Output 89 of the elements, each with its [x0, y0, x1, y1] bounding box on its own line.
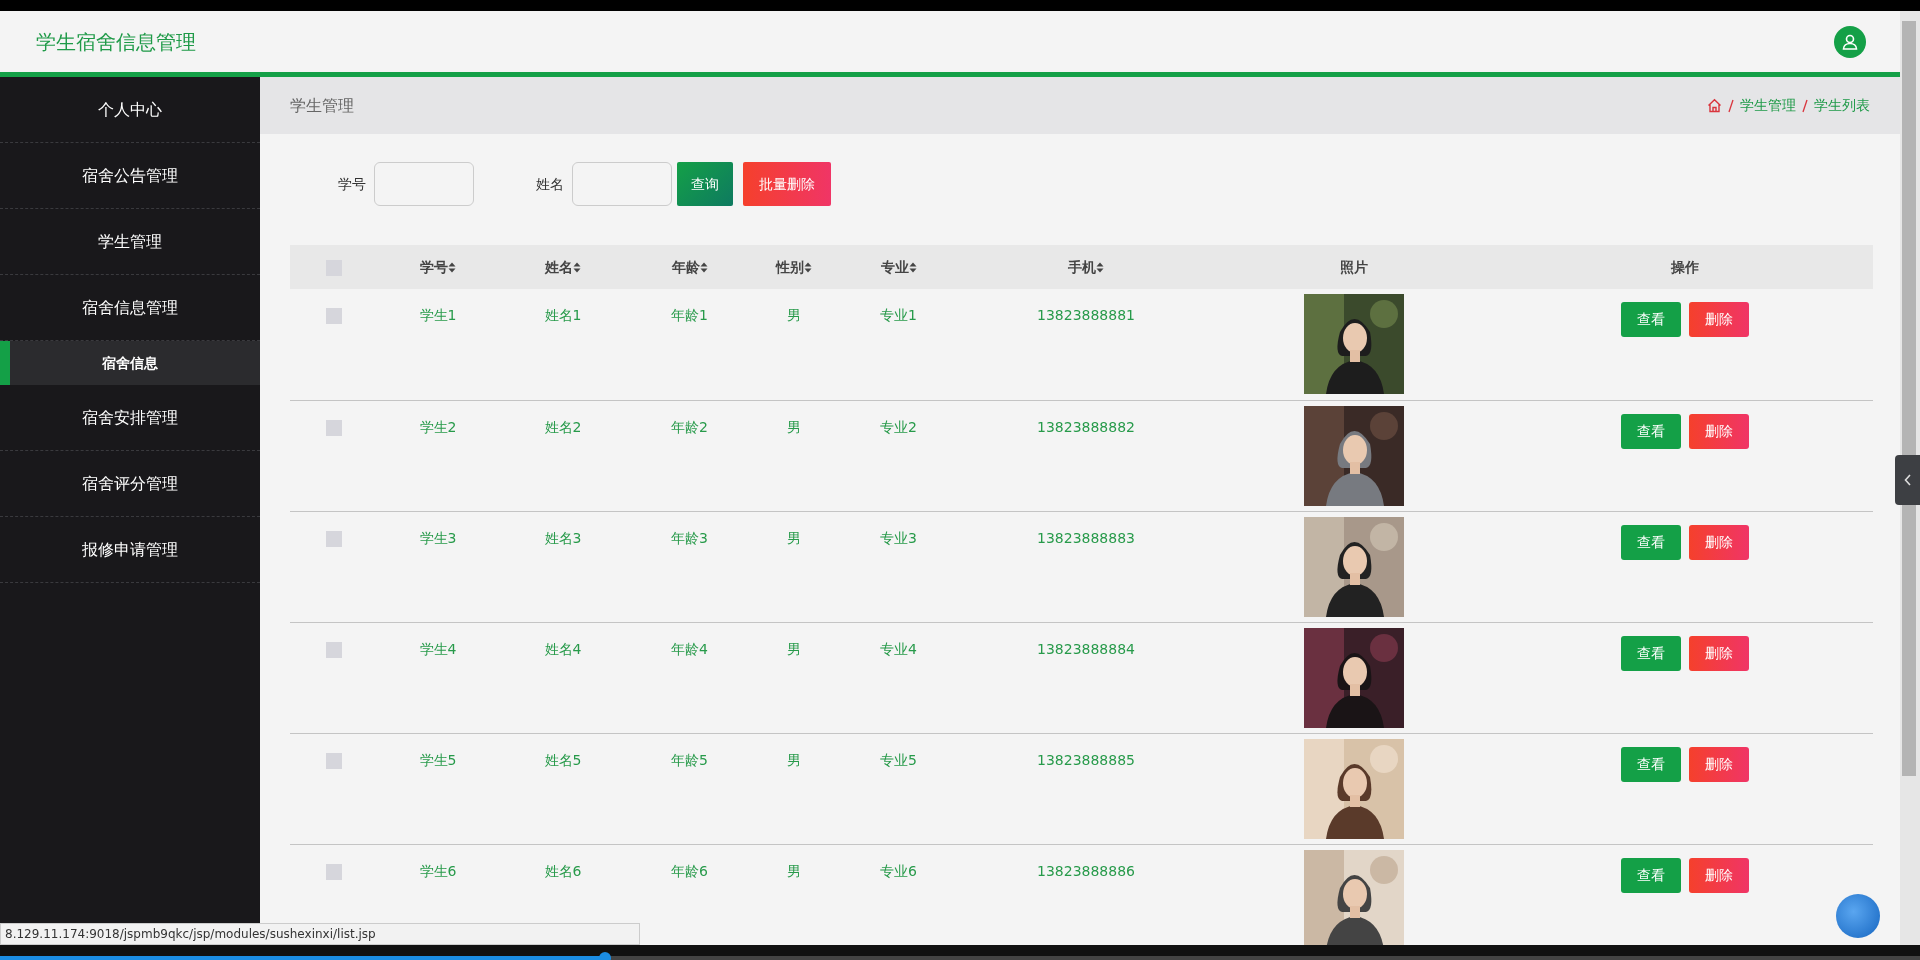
row-checkbox[interactable] — [326, 419, 342, 436]
page-title: 学生管理 — [290, 94, 354, 117]
field-label: 学号 — [338, 175, 366, 194]
sort-icon[interactable] — [908, 261, 917, 273]
user-avatar-button[interactable] — [1834, 25, 1866, 58]
student-id-cell: 学生3 — [419, 529, 457, 546]
sort-icon[interactable] — [1096, 261, 1104, 273]
row-checkbox[interactable] — [326, 530, 342, 547]
search-field[interactable] — [374, 162, 474, 206]
gender-cell: 男 — [786, 307, 801, 323]
sortable-column-header[interactable]: 专业 — [836, 245, 961, 289]
age-cell: 年龄6 — [671, 862, 708, 879]
age-cell: 年龄3 — [671, 529, 708, 546]
view-button[interactable]: 查看 — [1620, 413, 1681, 449]
student-id-cell: 学生4 — [419, 640, 457, 657]
view-button[interactable]: 查看 — [1620, 524, 1681, 560]
student-id-cell: 学生5 — [419, 751, 457, 768]
delete-button[interactable]: 删除 — [1688, 413, 1749, 449]
sortable-column-header[interactable]: 年龄 — [628, 245, 751, 289]
gender-cell: 男 — [786, 640, 801, 657]
sidebar-subitem[interactable]: 宿舍信息 — [0, 341, 260, 385]
age-cell: 年龄4 — [671, 640, 708, 657]
age-cell: 年龄2 — [671, 418, 708, 435]
major-cell: 专业3 — [880, 529, 917, 546]
row-checkbox[interactable] — [326, 308, 342, 324]
phone-cell: 13823888881 — [1037, 307, 1135, 323]
user-icon — [1841, 32, 1859, 51]
major-cell: 专业4 — [880, 640, 917, 657]
name-cell: 姓名3 — [544, 529, 582, 546]
view-button[interactable]: 查看 — [1620, 635, 1681, 671]
phone-cell: 13823888886 — [1037, 862, 1135, 879]
home-icon[interactable] — [1707, 98, 1722, 113]
phone-cell: 13823888885 — [1037, 751, 1135, 768]
query-button[interactable]: 查询 — [677, 162, 733, 206]
name-cell: 姓名6 — [544, 862, 582, 879]
age-cell: 年龄1 — [671, 307, 708, 323]
breadcrumb-separator-icon — [1802, 98, 1808, 113]
sortable-column-header[interactable]: 学号 — [378, 245, 498, 289]
delete-button[interactable]: 删除 — [1688, 857, 1749, 893]
name-cell: 姓名2 — [544, 418, 582, 435]
phone-cell: 13823888883 — [1037, 529, 1135, 546]
column-header: 操作 — [1496, 245, 1873, 289]
gender-cell: 男 — [786, 529, 801, 546]
major-cell: 专业1 — [880, 307, 917, 323]
row-checkbox[interactable] — [326, 863, 342, 880]
breadcrumb-link[interactable]: 学生列表 — [1814, 95, 1870, 116]
sortable-column-header[interactable]: 姓名 — [498, 245, 628, 289]
sortable-column-header[interactable]: 手机 — [961, 245, 1211, 289]
name-cell: 姓名4 — [544, 640, 582, 657]
delete-button[interactable]: 删除 — [1688, 746, 1749, 782]
progress-thumb[interactable] — [598, 952, 611, 960]
delete-button[interactable]: 删除 — [1688, 524, 1749, 560]
row-checkbox[interactable] — [326, 752, 342, 769]
chevron-left-icon — [1903, 474, 1912, 486]
column-header: 照片 — [1211, 245, 1496, 289]
view-button[interactable]: 查看 — [1620, 746, 1681, 782]
name-cell: 姓名1 — [544, 307, 582, 323]
breadcrumb-separator-icon — [1728, 98, 1734, 113]
status-url: 8.129.11.174:9018/jspmb9qkc/jsp/modules/sushexinxi/list.jsp — [0, 923, 640, 945]
sort-icon[interactable] — [448, 261, 456, 273]
gender-cell: 男 — [786, 751, 801, 768]
gender-cell: 男 — [786, 418, 801, 435]
sort-icon[interactable] — [573, 261, 581, 273]
major-cell: 专业5 — [880, 751, 917, 768]
view-button[interactable]: 查看 — [1620, 857, 1681, 893]
sortable-column-header[interactable]: 性别 — [751, 245, 836, 289]
sort-icon[interactable] — [803, 261, 812, 273]
view-button[interactable]: 查看 — [1620, 302, 1681, 337]
field-label: 姓名 — [536, 175, 564, 194]
phone-cell: 13823888884 — [1037, 640, 1135, 657]
name-cell: 姓名5 — [544, 751, 582, 768]
student-id-cell: 学生6 — [419, 862, 457, 879]
app-title: 学生宿舍信息管理 — [36, 28, 196, 56]
gender-cell: 男 — [786, 862, 801, 879]
age-cell: 年龄5 — [671, 751, 708, 768]
major-cell: 专业2 — [880, 418, 917, 435]
batch-delete-button[interactable]: 批量删除 — [743, 162, 831, 206]
delete-button[interactable]: 删除 — [1688, 635, 1749, 671]
search-field[interactable] — [572, 162, 672, 206]
student-id-cell: 学生1 — [419, 307, 457, 323]
row-checkbox[interactable] — [326, 641, 342, 658]
collapse-tab[interactable] — [1895, 455, 1920, 505]
phone-cell: 13823888882 — [1037, 418, 1135, 435]
student-id-cell: 学生2 — [419, 418, 457, 435]
major-cell: 专业6 — [880, 862, 917, 879]
scrollbar[interactable] — [1900, 11, 1920, 945]
sort-icon[interactable] — [699, 261, 708, 273]
delete-button[interactable]: 删除 — [1688, 302, 1749, 337]
breadcrumb-link[interactable]: 学生管理 — [1740, 95, 1796, 116]
